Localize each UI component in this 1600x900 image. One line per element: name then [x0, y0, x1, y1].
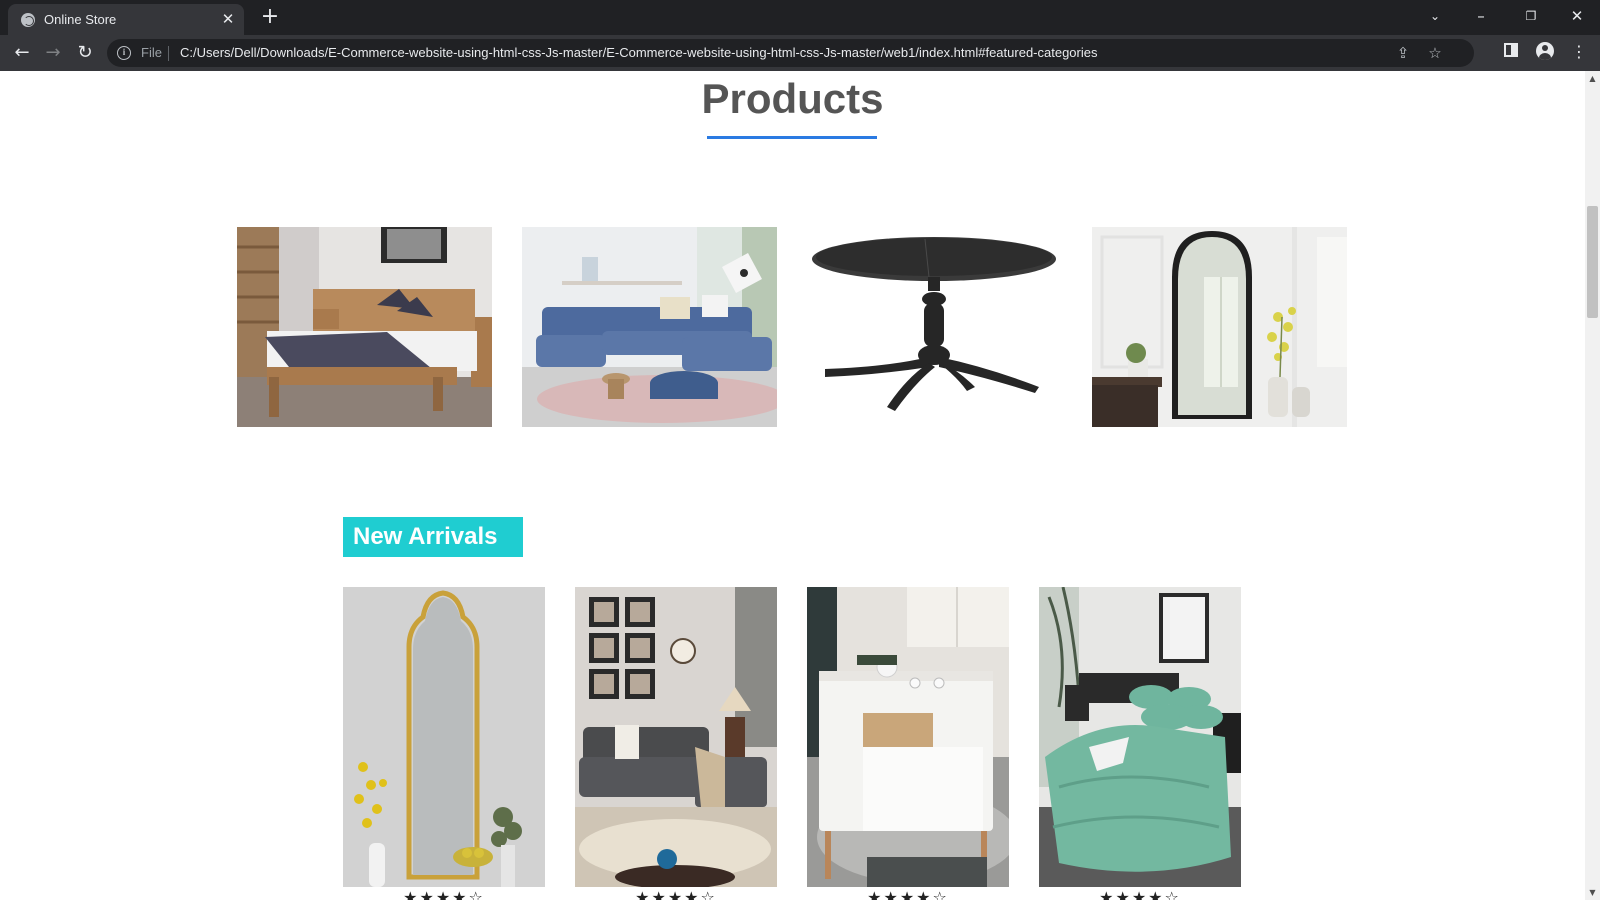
browser-tab-bar: Online Store ✕ + ⌄ – ❐ ✕: [0, 0, 1600, 35]
round-table-image[interactable]: [807, 227, 1062, 427]
browser-tab[interactable]: Online Store ✕: [8, 4, 244, 35]
scrollbar-thumb[interactable]: [1587, 206, 1598, 318]
bed-image[interactable]: [237, 227, 492, 427]
globe-icon: [21, 13, 35, 27]
address-bar[interactable]: i File C:/Users/Dell/Downloads/E-Commerc…: [107, 39, 1474, 67]
product-rating: ★★★★☆: [1099, 888, 1181, 900]
vertical-scrollbar[interactable]: ▲ ▼: [1585, 71, 1600, 900]
product-rating: ★★★★☆: [403, 888, 485, 900]
green-bedding-image[interactable]: [1039, 587, 1241, 887]
product-rating: ★★★★☆: [867, 888, 949, 900]
side-panel-icon[interactable]: [1504, 43, 1518, 57]
reload-icon[interactable]: ↻: [72, 40, 98, 66]
new-tab-icon[interactable]: +: [258, 5, 282, 29]
white-cabinet-image[interactable]: [807, 587, 1009, 887]
page-viewport: Products New Arrivals ★★★★☆ ★★★★☆ ★★★★☆ …: [0, 71, 1585, 900]
tab-title: Online Store: [44, 12, 117, 27]
grey-sofa-image[interactable]: [575, 587, 777, 887]
product-rating: ★★★★☆: [635, 888, 717, 900]
heading-underline: [707, 136, 877, 139]
browser-toolbar: ← → ↻ i File C:/Users/Dell/Downloads/E-C…: [0, 35, 1600, 71]
url-text[interactable]: C:/Users/Dell/Downloads/E-Commerce-websi…: [180, 45, 1097, 60]
new-arrivals-badge: New Arrivals: [343, 517, 523, 557]
close-window-icon[interactable]: ✕: [1562, 4, 1592, 28]
share-icon[interactable]: ⇪: [1393, 43, 1413, 63]
products-heading: Products: [701, 75, 884, 122]
file-scheme-label: File: [141, 45, 162, 60]
close-tab-icon[interactable]: ✕: [220, 11, 236, 27]
omnibox-divider: [168, 46, 169, 61]
gold-mirror-image[interactable]: [343, 587, 545, 887]
tab-search-chevron-icon[interactable]: ⌄: [1420, 4, 1450, 28]
more-menu-icon[interactable]: ⋮: [1569, 42, 1589, 62]
minimize-icon[interactable]: –: [1466, 4, 1496, 28]
bookmark-star-icon[interactable]: ☆: [1425, 43, 1445, 63]
back-arrow-icon[interactable]: ←: [9, 40, 35, 66]
scroll-down-arrow-icon[interactable]: ▼: [1585, 885, 1600, 900]
restore-icon[interactable]: ❐: [1516, 4, 1546, 28]
profile-avatar-icon[interactable]: [1536, 42, 1554, 60]
floor-mirror-image[interactable]: [1092, 227, 1347, 427]
sofa-image[interactable]: [522, 227, 777, 427]
scroll-up-arrow-icon[interactable]: ▲: [1585, 71, 1600, 86]
info-icon[interactable]: i: [117, 46, 131, 60]
forward-arrow-icon[interactable]: →: [40, 40, 66, 66]
